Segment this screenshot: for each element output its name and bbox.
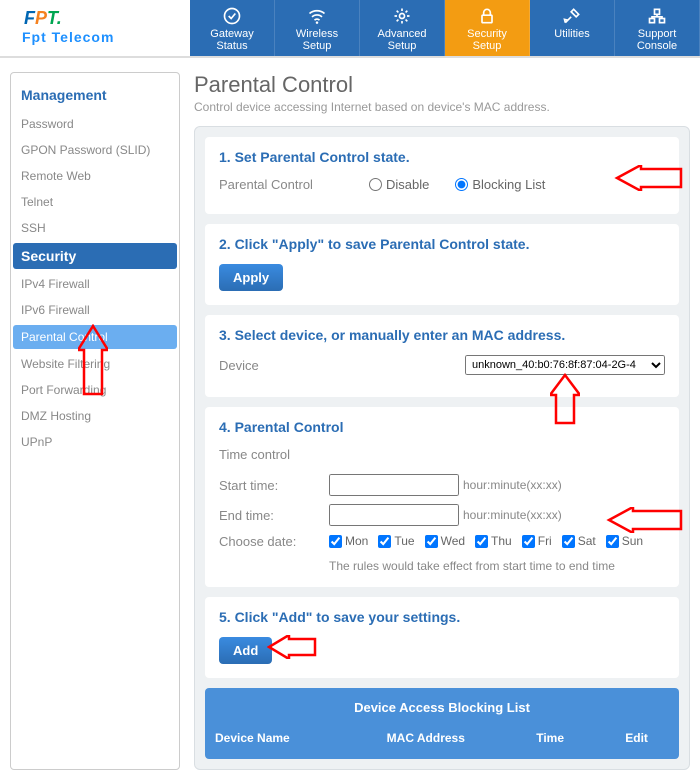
- wifi-icon: [305, 6, 329, 26]
- gear-icon: [390, 6, 414, 26]
- start-time-hint: hour:minute(xx:xx): [463, 478, 562, 492]
- day-sat[interactable]: Sat: [562, 534, 596, 548]
- blocking-list-title: Device Access Blocking List: [205, 688, 679, 725]
- step1-title: 1. Set Parental Control state.: [219, 149, 665, 165]
- day-tue[interactable]: Tue: [378, 534, 414, 548]
- annotation-arrow-icon: [267, 635, 317, 659]
- col-edit: Edit: [604, 731, 669, 745]
- radio-blocking-list[interactable]: Blocking List: [455, 177, 545, 192]
- sidebar-group-security: Security: [13, 243, 177, 269]
- sidebar-item-port-forwarding[interactable]: Port Forwarding: [11, 377, 179, 403]
- sidebar-item-website-filtering[interactable]: Website Filtering: [11, 351, 179, 377]
- step4-title: 4. Parental Control: [219, 419, 665, 435]
- time-control-label: Time control: [219, 447, 665, 462]
- sidebar-item-telnet[interactable]: Telnet: [11, 189, 179, 215]
- step3-title: 3. Select device, or manually enter an M…: [219, 327, 665, 343]
- start-time-input[interactable]: [329, 474, 459, 496]
- sidebar-item-ssh[interactable]: SSH: [11, 215, 179, 241]
- col-time: Time: [496, 731, 604, 745]
- add-button[interactable]: Add: [219, 637, 272, 664]
- col-mac-address: MAC Address: [356, 731, 497, 745]
- logo-fpt: FPT.: [22, 8, 64, 29]
- parental-control-label: Parental Control: [219, 177, 329, 192]
- day-fri[interactable]: Fri: [522, 534, 552, 548]
- sidebar-item-ipv4-firewall[interactable]: IPv4 Firewall: [11, 271, 179, 297]
- device-select[interactable]: unknown_40:b0:76:8f:87:04-2G-4: [465, 355, 665, 375]
- rules-note: The rules would take effect from start t…: [329, 559, 665, 573]
- lock-icon: [475, 6, 499, 26]
- nav-utilities[interactable]: Utilities: [530, 0, 615, 56]
- device-label: Device: [219, 358, 329, 373]
- sidebar-item-gpon-password[interactable]: GPON Password (SLID): [11, 137, 179, 163]
- end-time-input[interactable]: [329, 504, 459, 526]
- blocking-list: Device Access Blocking List Device Name …: [205, 688, 679, 759]
- start-time-label: Start time:: [219, 478, 329, 493]
- sidebar: Management Password GPON Password (SLID)…: [10, 72, 180, 770]
- brand-block: FPT. Fpt Telecom: [0, 0, 190, 56]
- sidebar-item-upnp[interactable]: UPnP: [11, 429, 179, 455]
- apply-button[interactable]: Apply: [219, 264, 283, 291]
- sidebar-item-parental-control[interactable]: Parental Control: [13, 325, 177, 349]
- choose-date-label: Choose date:: [219, 534, 329, 549]
- day-sun[interactable]: Sun: [606, 534, 643, 548]
- main: Parental Control Control device accessin…: [194, 72, 690, 770]
- step2-title: 2. Click "Apply" to save Parental Contro…: [219, 236, 665, 252]
- col-device-name: Device Name: [215, 731, 356, 745]
- sidebar-item-remote-web[interactable]: Remote Web: [11, 163, 179, 189]
- radio-disable[interactable]: Disable: [369, 177, 429, 192]
- step5-title: 5. Click "Add" to save your settings.: [219, 609, 665, 625]
- day-wed[interactable]: Wed: [425, 534, 465, 548]
- sidebar-item-ipv6-firewall[interactable]: IPv6 Firewall: [11, 297, 179, 323]
- tools-icon: [560, 6, 584, 26]
- top-nav: GatewayStatus WirelessSetup AdvancedSetu…: [190, 0, 700, 56]
- sidebar-item-password[interactable]: Password: [11, 111, 179, 137]
- nav-gateway-status[interactable]: GatewayStatus: [190, 0, 275, 56]
- nav-advanced-setup[interactable]: AdvancedSetup: [360, 0, 445, 56]
- check-circle-icon: [220, 6, 244, 26]
- day-thu[interactable]: Thu: [475, 534, 512, 548]
- brand-name: Fpt Telecom: [22, 29, 190, 45]
- page-subtitle: Control device accessing Internet based …: [194, 100, 690, 114]
- nav-support-console[interactable]: SupportConsole: [615, 0, 700, 56]
- end-time-label: End time:: [219, 508, 329, 523]
- end-time-hint: hour:minute(xx:xx): [463, 508, 562, 522]
- nav-security-setup[interactable]: SecuritySetup: [445, 0, 530, 56]
- nav-wireless-setup[interactable]: WirelessSetup: [275, 0, 360, 56]
- support-icon: [645, 6, 669, 26]
- blocking-list-header: Device Name MAC Address Time Edit: [205, 725, 679, 751]
- sidebar-item-dmz-hosting[interactable]: DMZ Hosting: [11, 403, 179, 429]
- page-title: Parental Control: [194, 72, 690, 98]
- day-mon[interactable]: Mon: [329, 534, 368, 548]
- sidebar-group-management: Management: [11, 77, 179, 111]
